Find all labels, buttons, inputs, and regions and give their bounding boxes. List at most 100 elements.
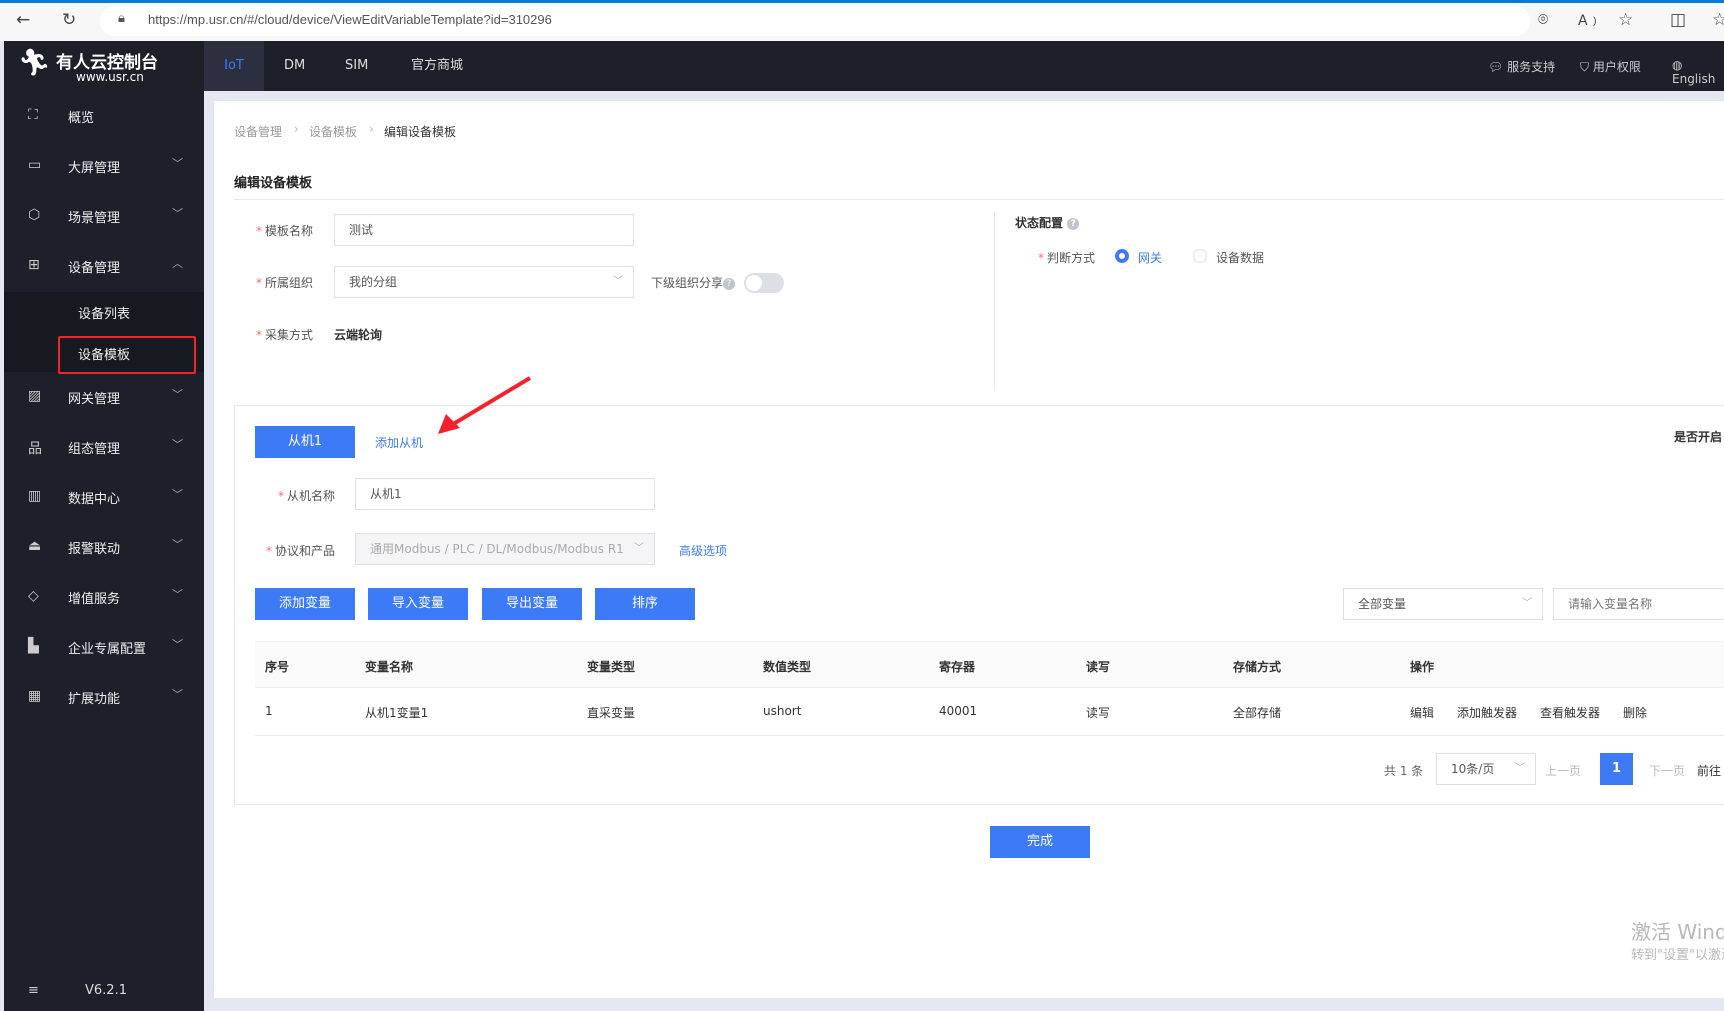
menu-collapse-icon[interactable]: ≡ <box>28 983 39 998</box>
chevron-down-icon: ﹀ <box>634 543 644 554</box>
sidebar-item-9[interactable]: ▙ 企业专属配置 ﹀ <box>4 627 204 667</box>
hierarchy-icon: 品 <box>28 441 42 457</box>
tab-store[interactable]: 官方商城 <box>395 41 479 91</box>
chevron-down-icon: ﹀ <box>172 157 183 170</box>
reload-icon[interactable]: ↻ <box>62 10 76 30</box>
sidebar-item-1[interactable]: ▭ 大屏管理 ﹀ <box>4 146 204 186</box>
sidebar-item-device-list[interactable]: 设备列表 <box>78 303 130 322</box>
share-toggle[interactable] <box>744 273 784 293</box>
tab-iot[interactable]: IoT <box>204 41 264 91</box>
page-size-select[interactable]: 10条/页 ﹀ <box>1436 753 1536 785</box>
read-aloud-icon[interactable]: A﹚ <box>1578 10 1602 30</box>
tab-dm[interactable]: DM <box>268 41 321 91</box>
chevron-down-icon: ﹀ <box>172 588 183 601</box>
radio-gateway[interactable] <box>1115 249 1129 263</box>
breadcrumb-separator: › <box>294 122 299 136</box>
shield-icon: ⛉ <box>1580 60 1593 74</box>
column-header: 寄存器 <box>939 660 976 674</box>
sidebar-item-2[interactable]: ⬡ 场景管理 ﹀ <box>4 196 204 236</box>
goto-label: 前往 <box>1697 764 1722 778</box>
page-title: 编辑设备模板 <box>234 176 313 191</box>
slave-name-input[interactable]: 从机1 <box>355 478 655 510</box>
radio-gateway-label[interactable]: 网关 <box>1138 249 1162 266</box>
sidebar-item-5[interactable]: 品 组态管理 ﹀ <box>4 427 204 467</box>
radio-device-data[interactable] <box>1193 249 1207 263</box>
lock-icon[interactable]: 🔒︎ <box>118 11 125 26</box>
protocol-select[interactable]: 通用Modbus / PLC / DL/Modbus/Modbus R1 ﹀ <box>355 533 655 565</box>
tab-sim[interactable]: SIM <box>329 41 384 91</box>
next-page-button[interactable]: 下一页 <box>1649 762 1685 779</box>
sidebar-item-label: 报警联动 <box>68 542 121 557</box>
row-action-3[interactable]: 删除 <box>1623 704 1647 721</box>
sidebar-item-10[interactable]: ▦ 扩展功能 ﹀ <box>4 677 204 717</box>
cube-icon: ⬡ <box>28 207 41 223</box>
split-screen-icon[interactable]: ◫ <box>1670 10 1686 30</box>
sidebar-item-3[interactable]: ⊞ 设备管理 ︿ <box>4 246 204 286</box>
sidebar-item-label: 场景管理 <box>68 211 121 226</box>
help-icon: ? <box>723 277 736 290</box>
bar-chart-icon: ▥ <box>28 488 42 504</box>
location-icon[interactable]: ⌾ <box>1538 10 1548 30</box>
breadcrumb-device-template[interactable]: 设备模板 <box>309 123 357 140</box>
tab-slave-1[interactable]: 从机1 <box>255 426 355 458</box>
vertical-divider <box>994 212 995 390</box>
prev-page-button[interactable]: 上一页 <box>1545 762 1581 779</box>
sidebar-item-6[interactable]: ▥ 数据中心 ﹀ <box>4 477 204 517</box>
favorite-icon[interactable]: ☆ <box>1618 10 1633 30</box>
variable-search-input[interactable] <box>1553 588 1724 620</box>
chat-icon: 💬︎ <box>1488 60 1508 74</box>
sidebar-item-7[interactable]: ⏏ 报警联动 ﹀ <box>4 527 204 567</box>
collect-label: * 采集方式 <box>256 328 314 342</box>
breadcrumb-separator: › <box>369 122 374 136</box>
logo-subtitle: www.usr.cn <box>76 70 144 84</box>
chevron-down-icon: ﹀ <box>172 638 183 651</box>
sidebar-item-label: 概览 <box>68 111 95 126</box>
sidebar-item-label: 数据中心 <box>68 492 121 507</box>
share-label: 下级组织分享? <box>651 274 736 291</box>
user-permission-link[interactable]: ⛉ 用户权限 <box>1580 58 1641 75</box>
row-action-2[interactable]: 查看触发器 <box>1540 704 1600 721</box>
export-variable-button[interactable]: 导出变量 <box>482 588 582 620</box>
browser-toolbar: ← ↻ 🔒︎ https://mp.usr.cn/#/cloud/device/… <box>0 0 1724 41</box>
org-label: * 所属组织 <box>256 276 314 290</box>
url-text[interactable]: https://mp.usr.cn/#/cloud/device/ViewEdi… <box>148 12 552 27</box>
template-name-input[interactable]: 测试 <box>334 214 634 246</box>
protocol-label: * 协议和产品 <box>266 544 336 558</box>
column-header: 序号 <box>265 660 290 674</box>
done-button[interactable]: 完成 <box>990 826 1090 858</box>
sidebar-item-label: 增值服务 <box>68 592 121 607</box>
add-variable-button[interactable]: 添加变量 <box>255 588 355 620</box>
table-cell: 直采变量 <box>587 706 636 720</box>
alarm-icon: ⏏ <box>28 538 42 554</box>
chevron-down-icon: ﹀ <box>1522 598 1532 609</box>
import-variable-button[interactable]: 导入变量 <box>368 588 468 620</box>
breadcrumb-device-management[interactable]: 设备管理 <box>234 123 282 140</box>
chevron-up-icon: ︿ <box>172 257 183 270</box>
sidebar-item-8[interactable]: ◇ 增值服务 ﹀ <box>4 577 204 617</box>
chevron-down-icon: ﹀ <box>172 388 183 401</box>
column-header: 读写 <box>1086 660 1111 674</box>
device-icon: ⊞ <box>28 257 40 273</box>
advanced-options-link[interactable]: 高级选项 <box>679 542 727 559</box>
row-action-1[interactable]: 添加触发器 <box>1457 704 1517 721</box>
table-cell: 读写 <box>1086 706 1111 720</box>
variable-filter-select[interactable]: 全部变量 ﹀ <box>1343 588 1543 620</box>
service-support-link[interactable]: 💬︎ 服务支持 <box>1488 58 1555 75</box>
back-icon[interactable]: ← <box>16 10 30 30</box>
page-1-button[interactable]: 1 <box>1600 753 1633 785</box>
sort-button[interactable]: 排序 <box>595 588 695 620</box>
logo-icon: 🏃︎ <box>18 48 52 78</box>
table-header <box>255 641 1724 688</box>
sidebar-item-4[interactable]: ▨ 网关管理 ﹀ <box>4 377 204 417</box>
favorites-icon[interactable]: ☆ <box>1712 10 1724 30</box>
overview-icon: ⛶ <box>28 107 38 123</box>
language-link[interactable]: ◍ English <box>1672 58 1724 86</box>
row-action-0[interactable]: 编辑 <box>1410 704 1434 721</box>
org-select[interactable]: 我的分组 ﹀ <box>334 266 634 298</box>
sidebar-item-0[interactable]: ⛶ 概览 <box>4 96 204 136</box>
sidebar-item-label: 设备管理 <box>68 261 121 276</box>
add-slave-link[interactable]: 添加从机 <box>375 434 423 451</box>
radio-device-data-label[interactable]: 设备数据 <box>1216 249 1264 266</box>
judge-label: * 判断方式 <box>1038 251 1096 265</box>
table-cell: 1 <box>265 704 273 718</box>
